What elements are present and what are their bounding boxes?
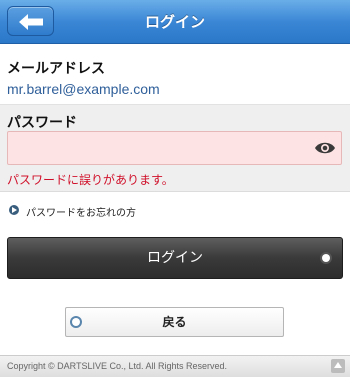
email-section: メールアドレス mr.barrel@example.com: [0, 44, 350, 104]
forgot-password-label: パスワードをお忘れの方: [26, 208, 136, 219]
copyright-text: Copyright © DARTSLIVE Co., Ltd. All Righ…: [7, 361, 228, 371]
page-title: ログイン: [144, 13, 205, 31]
footer: Copyright © DARTSLIVE Co., Ltd. All Righ…: [0, 355, 350, 377]
circle-dot-icon: [322, 254, 330, 262]
forgot-password-link[interactable]: パスワードをお忘れの方: [0, 193, 350, 227]
eye-icon[interactable]: [314, 140, 336, 156]
password-error-message: パスワードに誤りがあります。: [7, 173, 174, 187]
email-value: mr.barrel@example.com: [7, 81, 160, 97]
password-section: パスワード パスワードに誤りがあります。: [0, 104, 350, 192]
password-input[interactable]: [7, 131, 342, 165]
back-button[interactable]: 戻る: [65, 307, 284, 337]
back-button-label: 戻る: [162, 315, 187, 329]
scroll-top-icon[interactable]: [331, 359, 345, 373]
header-bar: ログイン: [0, 0, 350, 44]
login-button[interactable]: ログイン: [7, 237, 343, 279]
email-label: メールアドレス: [7, 61, 105, 77]
login-button-label: ログイン: [147, 250, 203, 266]
arrow-bullet-icon: [9, 205, 19, 215]
password-label: パスワード: [7, 115, 77, 131]
